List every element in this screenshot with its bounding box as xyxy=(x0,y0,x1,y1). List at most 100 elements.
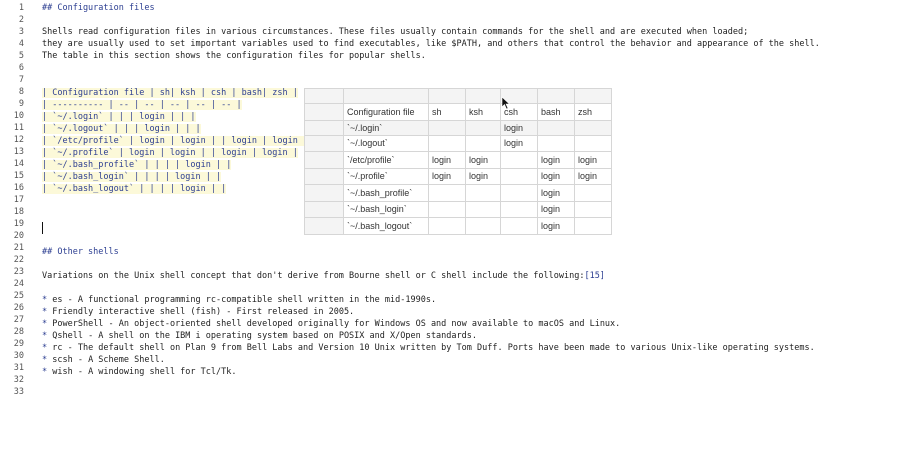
table-cell[interactable]: `/etc/profile` xyxy=(343,151,429,169)
table-cell[interactable]: login xyxy=(500,134,538,152)
reference-link[interactable]: [15] xyxy=(584,271,604,281)
row-handle xyxy=(304,151,344,169)
table-cell[interactable] xyxy=(428,134,466,152)
table-cell[interactable]: login xyxy=(465,151,501,169)
line-number-gutter: 1 2 3 4 5 6 7 8 9 10 11 12 13 14 15 16 17 18 19 20 21 22 23 24 2… xyxy=(0,0,30,470)
table-cell[interactable]: login xyxy=(428,151,466,169)
paragraph-other-shells[interactable]: Variations on the Unix shell concept tha… xyxy=(42,270,605,282)
table-cell[interactable]: login xyxy=(500,119,538,136)
table-cell[interactable]: login xyxy=(537,167,575,185)
heading-configuration-files[interactable]: ## Configuration files xyxy=(42,2,155,14)
paragraph-line[interactable]: The table in this section shows the conf… xyxy=(42,50,426,62)
table-cell[interactable] xyxy=(465,217,501,235)
list-item-text: es - A functional programming rc-compati… xyxy=(52,295,437,305)
table-cell[interactable] xyxy=(574,184,612,202)
table-cell[interactable] xyxy=(500,200,538,218)
table-header-cell[interactable]: Configuration file xyxy=(343,103,429,121)
table-cell[interactable] xyxy=(500,151,538,169)
table-cell[interactable] xyxy=(428,119,466,136)
table-cell[interactable]: `~/.logout` xyxy=(343,134,429,152)
table-cell[interactable] xyxy=(500,217,538,235)
text-caret xyxy=(42,222,43,234)
table-cell[interactable]: `~/.bash_logout` xyxy=(343,217,429,235)
list-item[interactable]: * wish - A windowing shell for Tcl/Tk. xyxy=(42,366,236,378)
bullet-marker: * xyxy=(42,343,48,353)
list-item[interactable]: * Friendly interactive shell (fish) - Fi… xyxy=(42,306,354,318)
table-cell[interactable]: login xyxy=(574,151,612,169)
table-cell[interactable] xyxy=(574,119,612,136)
table-cell[interactable] xyxy=(500,167,538,185)
list-item-text: PowerShell - An object-oriented shell de… xyxy=(52,319,621,329)
table-cell[interactable]: login xyxy=(465,167,501,185)
table-cell[interactable] xyxy=(465,119,501,136)
table-cell[interactable] xyxy=(428,200,466,218)
column-handle xyxy=(343,88,429,104)
table-cell[interactable] xyxy=(465,134,501,152)
list-item[interactable]: * rc - The default shell on Plan 9 from … xyxy=(42,342,815,354)
list-item[interactable]: * PowerShell - An object-oriented shell … xyxy=(42,318,620,330)
table-cell[interactable] xyxy=(428,184,466,202)
table-source-line[interactable]: | `~/.bash_login` | | | | login | | xyxy=(42,172,222,182)
table-row: `~/.login` login xyxy=(304,119,612,136)
bullet-marker: * xyxy=(42,319,48,329)
table-source-line[interactable]: | ---------- | -- | -- | -- | -- | -- | xyxy=(42,100,242,110)
table-cell[interactable]: `~/.profile` xyxy=(343,167,429,185)
table-header-cell[interactable]: ksh xyxy=(465,103,501,121)
table-cell[interactable] xyxy=(428,217,466,235)
heading-other-shells[interactable]: ## Other shells xyxy=(42,246,119,258)
table-cell[interactable]: `~/.bash_profile` xyxy=(343,184,429,202)
line-number: 22 xyxy=(13,255,24,265)
table-source-line[interactable]: | `~/.bash_profile` | | | | login | | xyxy=(42,160,232,170)
line-number: 13 xyxy=(13,147,24,157)
table-cell[interactable] xyxy=(574,217,612,235)
row-handle xyxy=(304,200,344,218)
table-cell[interactable]: login xyxy=(428,167,466,185)
line-number: 20 xyxy=(13,231,24,241)
table-source-line[interactable]: | `~/.logout` | | | login | | | xyxy=(42,124,201,134)
table-cell[interactable]: `~/.login` xyxy=(343,119,429,136)
list-item[interactable]: * es - A functional programming rc-compa… xyxy=(42,294,436,306)
paragraph-line[interactable]: Shells read configuration files in vario… xyxy=(42,26,748,38)
list-item[interactable]: * scsh - A Scheme Shell. xyxy=(42,354,165,366)
table-header-cell[interactable]: zsh xyxy=(574,103,612,121)
table-source-line[interactable]: | `~/.profile` | login | login | | login… xyxy=(42,148,298,158)
table-row: `~/.bash_profile` login xyxy=(304,184,612,202)
table-cell[interactable] xyxy=(574,134,612,152)
bullet-marker: * xyxy=(42,355,48,365)
line-number: 17 xyxy=(13,195,24,205)
table-cell[interactable]: login xyxy=(537,184,575,202)
table-cell[interactable] xyxy=(574,200,612,218)
line-number: 4 xyxy=(18,39,24,49)
table-cell[interactable]: login xyxy=(537,200,575,218)
rendered-table[interactable]: Configuration file sh ksh csh bash zsh `… xyxy=(304,88,612,235)
list-item[interactable]: * Qshell - A shell on the IBM i operatin… xyxy=(42,330,477,342)
row-handle xyxy=(304,119,344,136)
line-number: 21 xyxy=(13,243,24,253)
table-source-line[interactable]: | Configuration file | sh| ksh | csh | b… xyxy=(42,88,298,98)
line-number: 11 xyxy=(13,123,24,133)
column-handle xyxy=(574,88,612,104)
line-number: 28 xyxy=(13,327,24,337)
table-cell[interactable]: login xyxy=(537,217,575,235)
table-cell[interactable] xyxy=(465,184,501,202)
table-cell[interactable] xyxy=(465,200,501,218)
table-header-cell[interactable]: bash xyxy=(537,103,575,121)
line-number: 10 xyxy=(13,111,24,121)
table-cell[interactable]: login xyxy=(574,167,612,185)
row-handle xyxy=(304,167,344,185)
table-cell[interactable]: `~/.bash_login` xyxy=(343,200,429,218)
table-cell[interactable] xyxy=(500,184,538,202)
table-cell[interactable]: login xyxy=(537,151,575,169)
table-source-line[interactable]: | `/etc/profile` | login | login | | log… xyxy=(42,136,309,146)
arrow-pointer-icon xyxy=(501,96,511,110)
table-row: `~/.bash_login` login xyxy=(304,200,612,218)
table-source-line[interactable]: | `~/.bash_logout` | | | | login | | xyxy=(42,184,227,194)
table-cell[interactable] xyxy=(537,134,575,152)
markdown-editor[interactable]: 1 2 3 4 5 6 7 8 9 10 11 12 13 14 15 16 17 18 19 20 21 22 23 24 2… xyxy=(0,0,915,470)
table-source-line[interactable]: | `~/.login` | | | login | | | xyxy=(42,112,196,122)
table-cell[interactable] xyxy=(537,119,575,136)
table-header-cell[interactable]: sh xyxy=(428,103,466,121)
line-number: 1 xyxy=(18,3,24,13)
line-number: 5 xyxy=(18,51,24,61)
paragraph-line[interactable]: they are usually used to set important v… xyxy=(42,38,820,50)
